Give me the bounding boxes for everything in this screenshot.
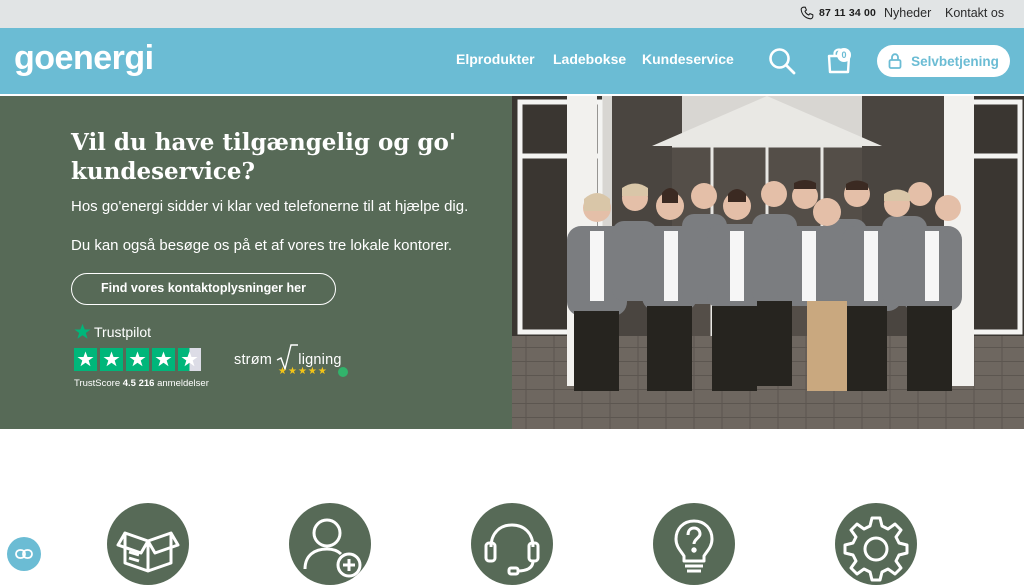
reviews-label: anmeldelser (157, 378, 209, 389)
hero-paragraph-2: Du kan også besøge os på et af vores tre… (71, 237, 453, 254)
star-icon: ★ (307, 366, 317, 377)
trustpilot-star-icon (74, 323, 91, 339)
feature-box-link[interactable] (107, 503, 189, 585)
feature-add-user-link[interactable] (289, 503, 371, 585)
nav-kundeservice[interactable]: Kundeservice (642, 51, 734, 67)
gear-icon (843, 516, 909, 582)
star-icon: ★ (287, 366, 297, 377)
star-icon: ★ (278, 366, 287, 377)
nav-ladebokse[interactable]: Ladebokse (553, 51, 626, 67)
feature-settings-link[interactable] (835, 503, 917, 585)
phone-number: 87 11 34 00 (819, 7, 877, 19)
hero-title: Vil du have tilgængelig og go' kundeserv… (71, 129, 456, 185)
chat-button[interactable] (7, 537, 41, 571)
star-icon (74, 348, 97, 371)
star-icon (152, 348, 175, 371)
trustpilot-logo[interactable]: Trustpilot (74, 323, 151, 340)
trustscore-label: TrustScore (74, 378, 121, 389)
selvbetjening-button[interactable]: Selvbetjening (877, 45, 1010, 77)
main-header: goenergi Elprodukter Ladebokse Kundeserv… (0, 28, 1024, 94)
half-star-icon (178, 348, 201, 371)
nyheder-link[interactable]: Nyheder (884, 6, 931, 20)
feature-headset-link[interactable] (471, 503, 553, 585)
kontakt-os-link[interactable]: Kontakt os (945, 6, 1004, 20)
link-icon (15, 549, 33, 559)
feature-faq-link[interactable] (653, 503, 735, 585)
star-icon: ★ (317, 366, 327, 377)
review-count: 216 (138, 378, 155, 389)
selvbetjening-label: Selvbetjening (911, 53, 999, 69)
logo-mark: goenergi (14, 39, 154, 77)
search-button[interactable] (768, 47, 796, 75)
cart-count-badge: 0 (837, 48, 851, 62)
svg-text:goenergi: goenergi (14, 40, 154, 77)
verified-check-icon (338, 367, 348, 377)
trustscore-value: 4.5 (122, 378, 136, 389)
search-icon (769, 48, 796, 75)
star-icon (126, 348, 149, 371)
top-utility-bar: 87 11 34 00 Nyheder Kontakt os (0, 0, 1024, 28)
hero-paragraph-1: Hos go'energi sidder vi klar ved telefon… (71, 198, 469, 215)
stromligning-brand-left: strøm (234, 352, 273, 368)
staff-group-photo (512, 96, 1024, 429)
lightbulb-question-icon (674, 519, 714, 573)
add-user-icon (303, 518, 362, 578)
stromligning-rating: ★ ★ ★ ★ ★ (278, 367, 327, 377)
star-icon: ★ (297, 366, 307, 377)
goenergi-logo[interactable]: goenergi (14, 39, 154, 89)
nav-elprodukter[interactable]: Elprodukter (456, 51, 535, 67)
lock-icon (888, 53, 902, 69)
stromligning-badge[interactable]: strøm ligning ★ ★ ★ ★ ★ (234, 337, 354, 381)
trustscore-text: TrustScore 4.5 216 anmeldelser (74, 378, 209, 389)
trustpilot-rating (74, 348, 201, 371)
box-icon (116, 531, 180, 573)
star-icon (100, 348, 123, 371)
headset-icon (484, 523, 540, 576)
find-contact-button[interactable]: Find vores kontaktoplysninger her (71, 273, 336, 305)
phone-icon (800, 6, 814, 20)
phone-link[interactable]: 87 11 34 00 (800, 6, 876, 20)
trustpilot-brand: Trustpilot (94, 323, 152, 340)
